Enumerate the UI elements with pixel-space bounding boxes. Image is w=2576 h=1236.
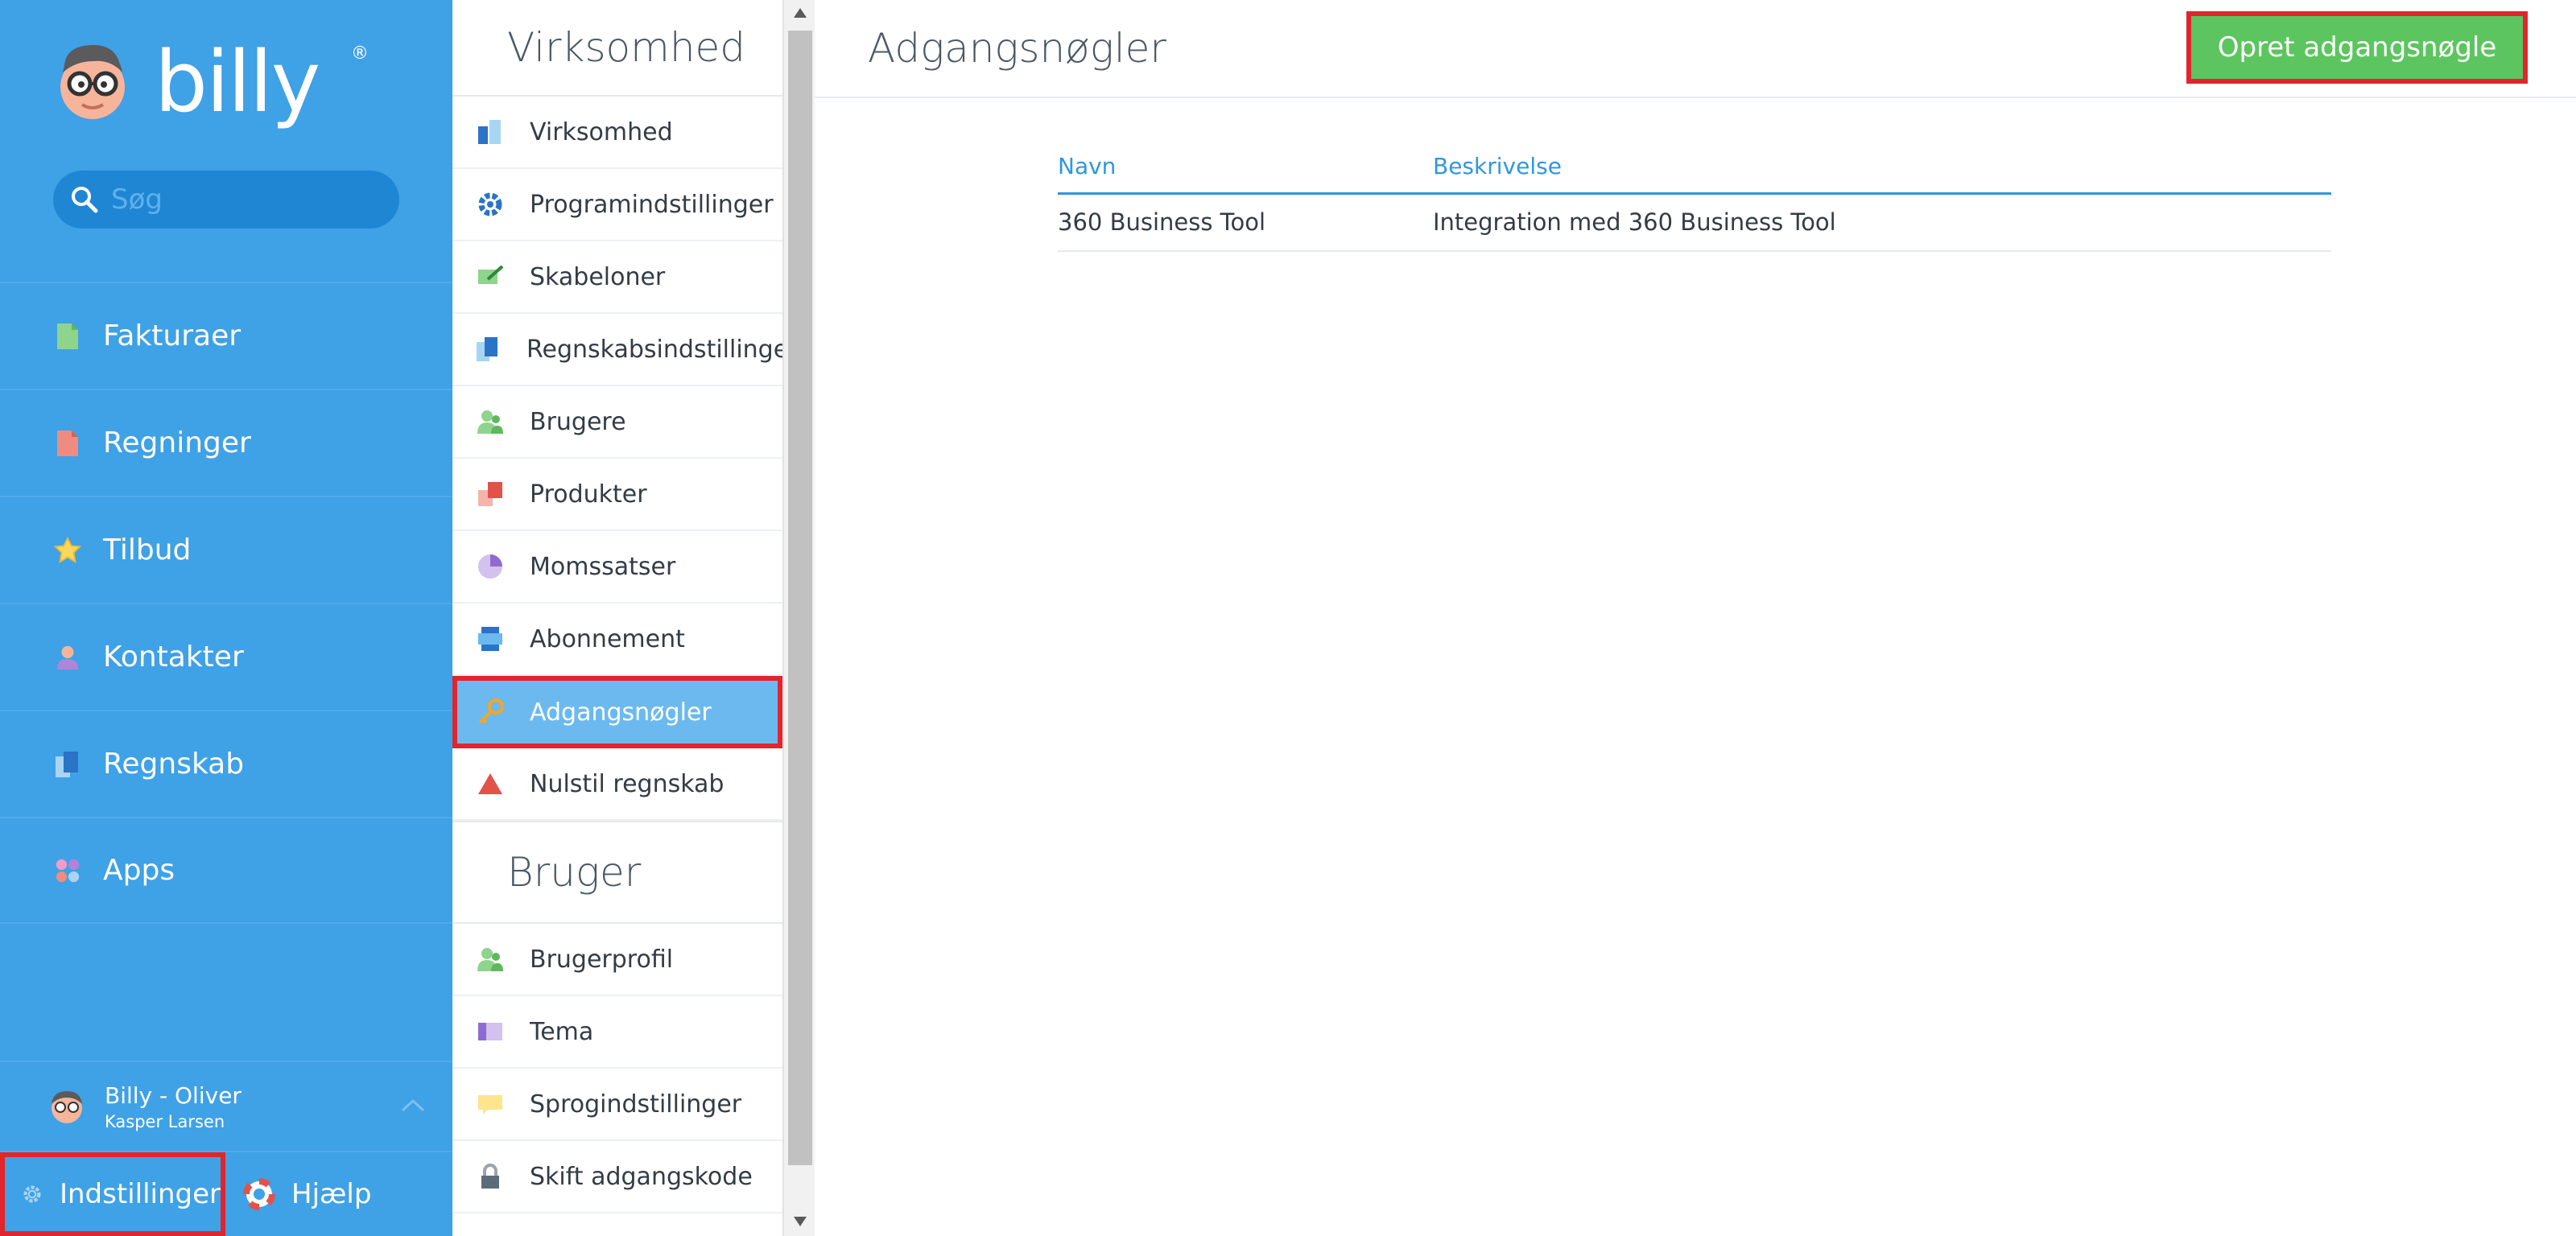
registered-mark: ® <box>351 43 369 64</box>
search-icon <box>72 187 98 213</box>
access-keys-table: Navn Beskrivelse 360 Business Tool Integ… <box>1058 140 2331 252</box>
user-profile-icon <box>475 944 506 974</box>
nav-item-tilbud[interactable]: Tilbud <box>0 496 452 603</box>
submenu-item-skift-adgangskode[interactable]: Skift adgangskode <box>452 1141 782 1213</box>
billy-mascot-icon <box>60 44 125 119</box>
lock-icon <box>475 1161 506 1192</box>
main-panel: Adgangsnøgler Opret adgangsnøgle Navn Be… <box>815 0 2576 1236</box>
nav-label: Kontakter <box>103 641 244 674</box>
cell-name: 360 Business Tool <box>1058 193 1433 252</box>
page-title: Adgangsnøgler <box>868 25 1166 72</box>
nav-label: Fakturaer <box>103 319 242 352</box>
submenu-heading-user: Bruger <box>452 821 782 924</box>
submenu-label: Regnskabsindstillinger <box>526 335 799 364</box>
submenu-item-brugere[interactable]: Brugere <box>452 386 782 459</box>
table-header-row: Navn Beskrivelse <box>1058 140 2331 195</box>
company-icon <box>475 117 506 147</box>
profile-user: Kasper Larsen <box>105 1111 225 1131</box>
submenu-item-programindstillinger[interactable]: Programindstillinger <box>452 169 782 241</box>
scroll-up-arrow-icon[interactable] <box>794 8 807 18</box>
search-box[interactable] <box>53 171 399 229</box>
submenu-label: Nulstil regnskab <box>530 769 724 798</box>
nav-item-kontakter[interactable]: Kontakter <box>0 603 452 710</box>
help-button[interactable]: Hjælp <box>243 1178 371 1210</box>
column-header-name[interactable]: Navn <box>1058 140 1433 195</box>
billy-logo[interactable]: billy ® <box>53 33 369 131</box>
users-icon <box>475 406 506 437</box>
lifebuoy-icon <box>243 1178 275 1210</box>
submenu-label: Momssatser <box>530 552 676 581</box>
speech-bubble-icon <box>475 1089 506 1119</box>
warning-triangle-icon <box>475 768 506 799</box>
products-icon <box>475 479 506 509</box>
submenu-label: Sprogindstillinger <box>530 1090 742 1119</box>
search-input[interactable] <box>111 183 385 216</box>
submenu-item-adgangsnoegler[interactable]: Adgangsnøgler <box>452 676 782 748</box>
submenu-item-momssatser[interactable]: Momssatser <box>452 531 782 604</box>
create-access-key-button[interactable]: Opret adgangsnøgle <box>2186 11 2528 84</box>
submenu-item-brugerprofil[interactable]: Brugerprofil <box>452 924 782 996</box>
submenu-item-produkter[interactable]: Produkter <box>452 459 782 531</box>
submenu-item-tema[interactable]: Tema <box>452 996 782 1069</box>
submenu-label: Abonnement <box>530 624 685 653</box>
submenu-label: Virksomhed <box>530 117 673 146</box>
submenu-label: Programindstillinger <box>530 190 774 219</box>
submenu-label: Produkter <box>530 480 647 509</box>
submenu-label: Skift adgangskode <box>530 1162 753 1191</box>
template-icon <box>475 262 506 292</box>
nav-item-regnskab[interactable]: Regnskab <box>0 710 452 817</box>
nav-item-fakturaer[interactable]: Fakturaer <box>0 282 452 389</box>
sidebar-footer: Indstillinger Hjælp <box>0 1151 452 1236</box>
submenu-heading-company: Virksomhed <box>452 0 782 97</box>
contact-icon <box>53 641 82 674</box>
scroll-down-arrow-icon[interactable] <box>794 1217 807 1226</box>
submenu-item-skabeloner[interactable]: Skabeloner <box>452 241 782 314</box>
column-header-description[interactable]: Beskrivelse <box>1433 140 2331 195</box>
gear-icon <box>475 189 506 220</box>
help-label: Hjælp <box>291 1178 372 1210</box>
subscription-icon <box>475 624 506 654</box>
scrollbar-thumb[interactable] <box>788 31 812 1165</box>
submenu-item-virksomhed[interactable]: Virksomhed <box>452 97 782 169</box>
submenu-label: Brugere <box>530 407 626 436</box>
submenu-label: Brugerprofil <box>530 945 674 974</box>
apps-icon <box>53 855 82 887</box>
submenu-label: Skabeloner <box>530 262 666 291</box>
nav-item-regninger[interactable]: Regninger <box>0 389 452 496</box>
settings-submenu: Virksomhed Virksomhed Programindstilling… <box>452 0 799 1236</box>
submenu-item-abonnement[interactable]: Abonnement <box>452 604 782 676</box>
settings-button[interactable]: Indstillinger <box>0 1152 225 1236</box>
invoice-icon <box>53 320 82 352</box>
avatar <box>52 1091 82 1123</box>
ledger-icon <box>53 748 82 781</box>
nav-item-apps[interactable]: Apps <box>0 817 452 924</box>
main-nav: Fakturaer Regninger Tilbud Kontakter Reg… <box>0 282 452 924</box>
main-sidebar: billy ® Fakturaer Regninger Tilbud <box>0 0 452 1236</box>
vat-icon <box>475 551 506 582</box>
key-icon <box>475 697 506 727</box>
submenu-label: Tema <box>530 1017 594 1046</box>
star-icon <box>53 534 82 566</box>
submenu-item-nulstil-regnskab[interactable]: Nulstil regnskab <box>452 748 782 821</box>
accounting-icon <box>475 334 502 365</box>
gear-icon <box>23 1185 41 1203</box>
settings-label: Indstillinger <box>59 1178 221 1210</box>
cell-description: Integration med 360 Business Tool <box>1433 193 2331 252</box>
chevron-up-icon <box>401 1098 425 1112</box>
profile-company: Billy - Oliver <box>105 1082 242 1109</box>
submenu-item-sprogindstillinger[interactable]: Sprogindstillinger <box>452 1069 782 1141</box>
submenu-item-regnskabsindstillinger[interactable]: Regnskabsindstillinger <box>452 314 799 386</box>
theme-icon <box>475 1016 506 1047</box>
nav-label: Tilbud <box>103 534 192 566</box>
nav-label: Regninger <box>103 426 251 459</box>
nav-label: Regnskab <box>103 748 245 781</box>
submenu-scrollbar[interactable] <box>782 0 815 1236</box>
nav-label: Apps <box>103 854 175 887</box>
table-row[interactable]: 360 Business Tool Integration med 360 Bu… <box>1058 193 2331 252</box>
bill-icon <box>53 427 82 459</box>
logo-wordmark: billy <box>155 33 320 131</box>
main-header: Adgangsnøgler Opret adgangsnøgle <box>815 0 2576 98</box>
submenu-label: Adgangsnøgler <box>530 698 712 727</box>
profile-switcher[interactable]: Billy - Oliver Kasper Larsen <box>0 1061 452 1151</box>
